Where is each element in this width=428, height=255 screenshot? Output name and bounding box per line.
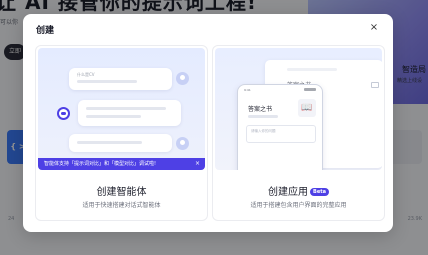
phone-mockup: 9:41 答案之书 📖 请输入你的问题 <box>237 84 323 170</box>
bot-icon <box>57 107 70 120</box>
create-app-card[interactable]: 答案之书 9:41 答案之书 📖 请输入你的问题 创建应用Beta 适用于搭建包… <box>212 45 385 221</box>
agent-preview: 什么是CV 智能体支持「提示词对比」和「模型对比」调试啦! × <box>38 48 205 170</box>
user-avatar-icon <box>176 137 189 150</box>
create-app-description: 适用于搭建包含用户界面的完整应用 <box>250 202 347 209</box>
phone-question-input: 请输入你的问题 <box>246 125 316 143</box>
phone-app-title: 答案之书 <box>248 106 273 113</box>
create-modal: 创建 × 什么是CV 智能体支持「提示词对比」和「模型对比」调试啦! × 创建智 <box>23 14 393 232</box>
create-app-title: 创建应用 Beta <box>213 183 384 198</box>
create-app-title-text: 创建应用 <box>268 187 309 198</box>
battery-icon <box>304 88 316 91</box>
create-agent-description: 适用于快速搭建对话式智能体 <box>82 202 161 209</box>
text-placeholder-bar <box>77 141 142 144</box>
text-placeholder-bar <box>248 115 278 118</box>
beta-badge: Beta <box>310 188 329 196</box>
book-icon: 📖 <box>298 99 316 117</box>
text-placeholder-bar <box>77 80 137 83</box>
input-placeholder: 请输入你的问题 <box>251 129 276 133</box>
window-icon <box>371 82 379 88</box>
create-agent-card[interactable]: 什么是CV 智能体支持「提示词对比」和「模型对比」调试啦! × 创建智能体 适用… <box>35 45 208 221</box>
modal-title: 创建 <box>36 26 55 36</box>
window-toolbar-bar <box>287 68 337 71</box>
user-avatar-icon <box>176 72 189 85</box>
hint-close-icon[interactable]: × <box>195 158 200 170</box>
close-icon[interactable]: × <box>367 21 381 35</box>
text-placeholder-bar <box>86 107 166 110</box>
chat-bubble-user-2 <box>69 134 172 152</box>
bubble-label: 什么是CV <box>77 72 95 77</box>
app-preview: 答案之书 9:41 答案之书 📖 请输入你的问题 <box>215 48 382 170</box>
debug-hint-bar: 智能体支持「提示词对比」和「模型对比」调试啦! × <box>38 158 205 170</box>
phone-status-time: 9:41 <box>244 88 251 92</box>
chat-bubble-user: 什么是CV <box>69 68 172 90</box>
chat-bubble-bot <box>78 100 181 126</box>
text-placeholder-bar <box>86 115 141 118</box>
debug-hint-text: 智能体支持「提示词对比」和「模型对比」调试啦! <box>44 161 157 167</box>
create-agent-title: 创建智能体 <box>96 187 147 198</box>
